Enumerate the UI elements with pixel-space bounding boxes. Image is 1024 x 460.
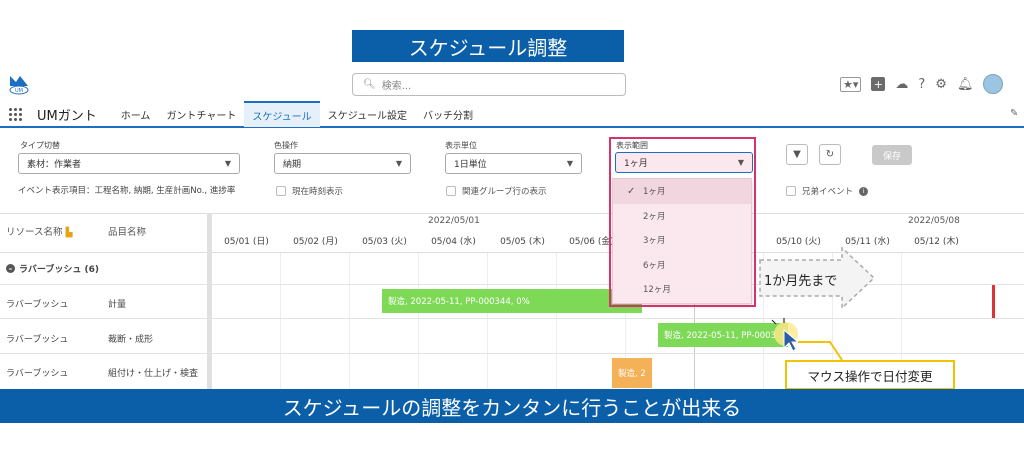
- sort-icon: ▙: [65, 228, 73, 238]
- row-resource: ラバーブッシュ: [6, 335, 69, 345]
- type-label: タイプ切替: [20, 141, 60, 150]
- search-placeholder: 検索...: [381, 81, 412, 92]
- row-item: 組付け・仕上げ・検査: [108, 369, 199, 379]
- unit-select[interactable]: 1日単位 ▼: [445, 153, 582, 174]
- group-name: ラバーブッシュ (6): [19, 265, 99, 275]
- row-item: 計量: [108, 300, 127, 310]
- checkbox-box: [786, 186, 796, 196]
- unit-select-value: 1日単位: [454, 160, 487, 170]
- checkbox-box: [276, 186, 286, 196]
- svg-text:UM: UM: [15, 88, 23, 94]
- current-time-label: 現在時刻表示: [292, 187, 344, 197]
- bottom-banner: スケジュールの調整をカンタンに行うことが出来る: [0, 389, 1024, 423]
- color-select[interactable]: 納期 ▼: [274, 153, 411, 174]
- refresh-icon: ↻: [825, 149, 835, 160]
- date-cell: 05/01 (日): [224, 237, 269, 247]
- filter-icon: ▼: [793, 149, 801, 160]
- app-launcher-icon[interactable]: [9, 106, 25, 122]
- bell-icon[interactable]: 🔔︎: [957, 77, 974, 92]
- tab-batch-split[interactable]: バッチ分割: [415, 101, 481, 127]
- date-cell: 05/05 (木): [500, 237, 545, 247]
- range-highlight-box: [609, 137, 756, 307]
- item-header: 品目名称: [108, 227, 147, 238]
- tab-schedule[interactable]: スケジュール: [244, 101, 320, 127]
- color-select-value: 納期: [283, 160, 302, 170]
- date-cell: 05/04 (水): [431, 237, 476, 247]
- cloud-icon[interactable]: ☁: [895, 77, 908, 92]
- avatar[interactable]: [983, 74, 1004, 94]
- date-cell: 05/03 (火): [362, 237, 407, 247]
- type-select-value: 素材：作業者: [27, 160, 82, 170]
- date-cell: 05/12 (木): [914, 237, 959, 247]
- tab-schedule-settings[interactable]: スケジュール設定: [320, 101, 415, 127]
- info-icon: i: [859, 186, 869, 196]
- sibling-event-checkbox[interactable]: 兄弟イベント i: [786, 185, 869, 197]
- filter-button[interactable]: ▼: [786, 144, 808, 165]
- schedule-bar[interactable]: 製造, 2: [612, 358, 652, 388]
- unit-label: 表示単位: [445, 141, 477, 150]
- chevron-down-icon: ▼: [566, 159, 573, 168]
- app-name: UMガント: [37, 108, 97, 124]
- current-time-checkbox[interactable]: 現在時刻表示: [276, 185, 343, 197]
- search-icon: 🔍︎: [363, 79, 376, 90]
- related-group-label: 関連グループ行の表示: [462, 187, 547, 197]
- header-actions: ★▾ + ☁ ? ⚙ 🔔︎: [840, 74, 1004, 94]
- mouse-callout-text: マウス操作で日付変更: [785, 360, 955, 390]
- date-cell: 05/02 (月): [293, 237, 338, 247]
- add-icon[interactable]: +: [871, 77, 886, 91]
- resource-header[interactable]: リソース名称 ▙: [6, 224, 72, 238]
- chevron-down-icon: ▼: [224, 159, 231, 168]
- table-row: [0, 319, 1024, 354]
- nav-bar: UMガント ホーム ガントチャート スケジュール スケジュール設定 バッチ分割: [0, 101, 1024, 128]
- event-items-text: イベント表示項目：工程名称, 納期, 生産計画No., 進捗率: [18, 186, 236, 196]
- refresh-button[interactable]: ↻: [819, 144, 841, 165]
- gear-icon[interactable]: ⚙: [935, 77, 947, 92]
- edit-icon[interactable]: ✎: [1010, 108, 1018, 119]
- banner-title: スケジュール調整: [352, 30, 624, 62]
- checkbox-box: [446, 186, 456, 196]
- search-input[interactable]: 🔍︎ 検索...: [352, 73, 626, 96]
- mouse-cursor-graphic: [771, 318, 843, 361]
- group-row-label[interactable]: – ラバーブッシュ (6): [6, 262, 99, 275]
- current-time-marker: [992, 285, 995, 318]
- schedule-bar[interactable]: 製造, 2022-05-11, PP-000344, 0%: [382, 289, 642, 313]
- type-select[interactable]: 素材：作業者 ▼: [18, 153, 240, 174]
- umgantt-logo: UM: [9, 76, 29, 95]
- sibling-event-label: 兄弟イベント: [802, 187, 854, 197]
- tab-gantt-chart[interactable]: ガントチャート: [158, 101, 244, 127]
- schedule-bar[interactable]: 製造, 2022-05-11, PP-0003: [658, 323, 788, 347]
- related-group-checkbox[interactable]: 関連グループ行の表示: [446, 185, 547, 197]
- arrow-callout-text: 1か月先まで: [764, 274, 838, 289]
- color-label: 色操作: [274, 141, 298, 150]
- row-item: 裁断・成形: [108, 335, 154, 345]
- chevron-down-icon: ▼: [395, 159, 402, 168]
- resource-header-label: リソース名称: [6, 227, 63, 238]
- week-label: 2022/05/08: [908, 216, 960, 226]
- week-label: 2022/05/01: [428, 216, 480, 226]
- row-resource: ラバーブッシュ: [6, 300, 69, 310]
- collapse-icon[interactable]: –: [6, 264, 15, 273]
- row-resource: ラバーブッシュ: [6, 369, 69, 379]
- save-button[interactable]: 保存: [872, 145, 912, 165]
- help-icon[interactable]: ?: [918, 77, 925, 92]
- favorites-icon[interactable]: ★▾: [840, 76, 862, 92]
- tab-home[interactable]: ホーム: [113, 101, 159, 127]
